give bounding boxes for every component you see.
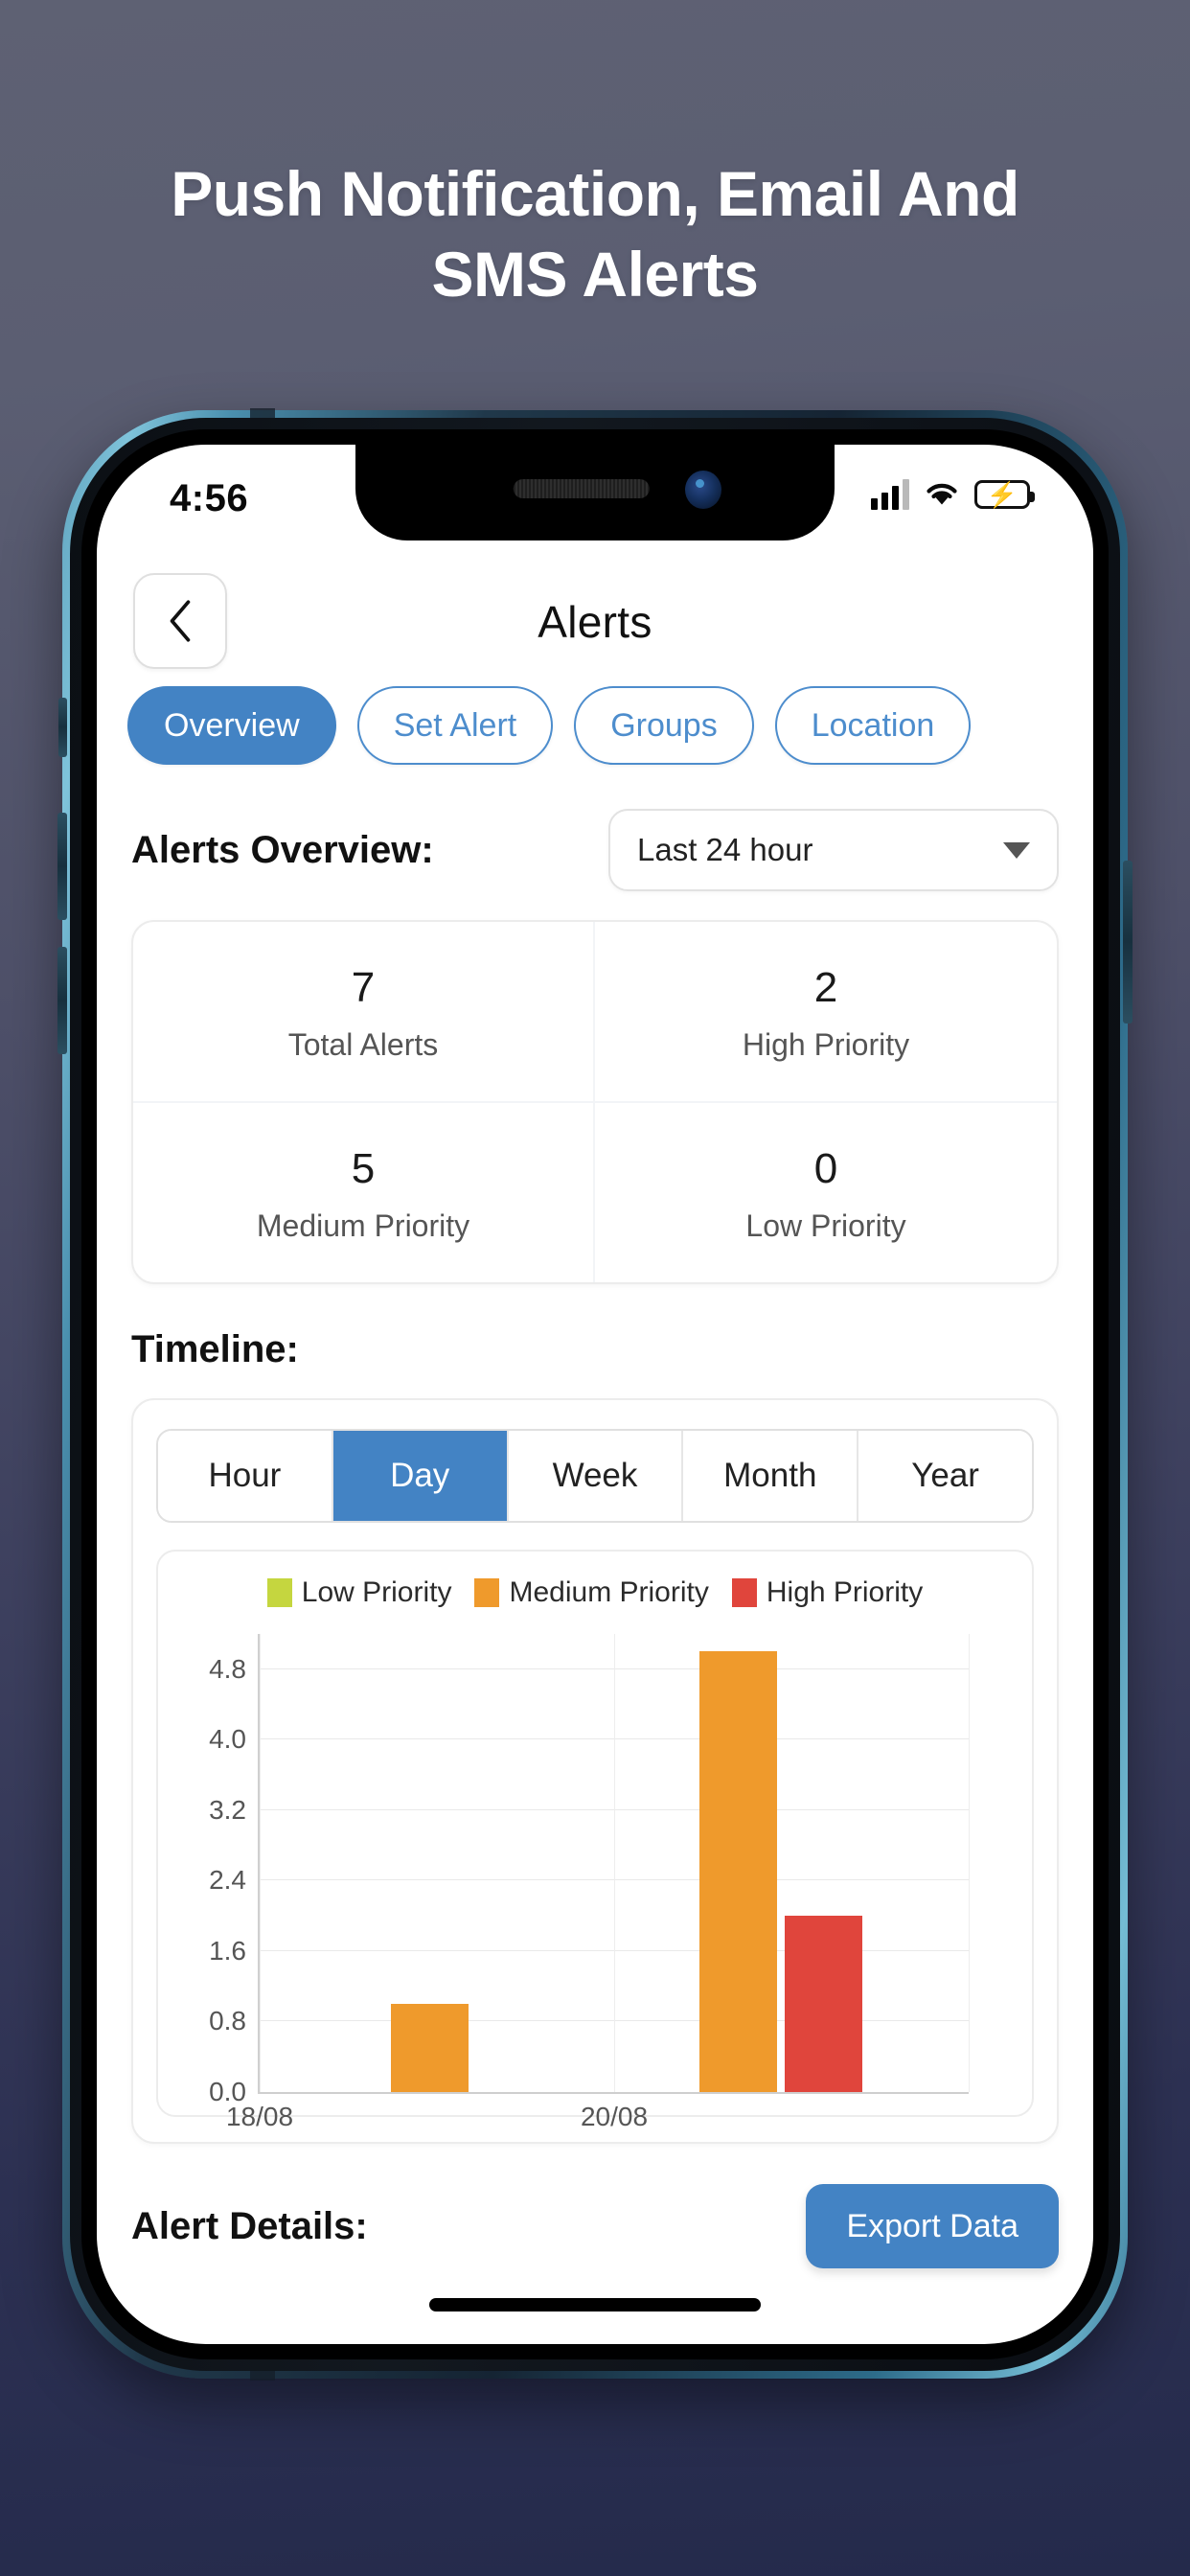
stat-low-priority: 0 Low Priority: [595, 1103, 1057, 1282]
promo-headline: Push Notification, Email And SMS Alerts: [0, 153, 1190, 315]
chart-x-tick: 20/08: [580, 2102, 649, 2131]
time-range-select[interactable]: Last 24 hour: [608, 809, 1059, 891]
battery-charging-icon: ⚡: [974, 480, 1035, 509]
tab-location[interactable]: Location: [774, 686, 972, 765]
front-camera-icon: [685, 471, 721, 509]
status-bar-time: 4:56: [170, 477, 249, 519]
legend-swatch-high-priority: [731, 1578, 757, 1607]
headline-line-1: Push Notification, Email And: [171, 158, 1019, 229]
timeline-title: Timeline:: [131, 1328, 299, 1370]
tab-set-alert[interactable]: Set Alert: [356, 686, 554, 765]
stat-medium-priority: 5 Medium Priority: [133, 1103, 595, 1282]
segment-hour-label: Hour: [208, 1457, 282, 1494]
power-button[interactable]: [1123, 861, 1133, 1024]
chart-legend: Low Priority Medium Priority High Priori…: [177, 1576, 1013, 1609]
timeline-card: Hour Day Week Month Year Low Priority Me…: [131, 1398, 1059, 2144]
tab-set-alert-label: Set Alert: [393, 706, 517, 744]
tab-overview-label: Overview: [164, 706, 300, 744]
timeline-row: Timeline:: [97, 1328, 1093, 1371]
status-bar-indicators: ⚡: [871, 479, 1035, 510]
legend-item-low-priority[interactable]: Low Priority: [266, 1576, 452, 1609]
alerts-overview-title: Alerts Overview:: [131, 828, 434, 871]
alert-details-row: Alert Details: Export Data: [97, 2184, 1093, 2268]
stat-low-priority-label: Low Priority: [745, 1208, 906, 1243]
chart-y-tick: 4.8: [209, 1653, 246, 1684]
tab-groups-label: Groups: [610, 706, 718, 744]
home-indicator[interactable]: [429, 2298, 761, 2312]
segment-week-label: Week: [552, 1457, 638, 1494]
chart-y-tick: 4.0: [209, 1724, 246, 1755]
stat-total-alerts-value: 7: [351, 964, 376, 1011]
legend-item-medium-priority[interactable]: Medium Priority: [474, 1576, 709, 1609]
legend-label-medium-priority: Medium Priority: [509, 1576, 709, 1608]
stat-total-alerts: 7 Total Alerts: [133, 922, 595, 1103]
tab-overview[interactable]: Overview: [127, 686, 336, 765]
tab-groups[interactable]: Groups: [574, 686, 754, 765]
chart-y-tick: 0.8: [209, 2006, 246, 2036]
chevron-down-icon: [1003, 841, 1030, 859]
chart-plot-area: 0.0 0.8 1.6 2.4 3.2 4.0 4.8 18/08 20/08: [209, 1634, 970, 2131]
antenna-line-bottom: [250, 2371, 275, 2380]
legend-swatch-low-priority: [266, 1578, 292, 1607]
segment-hour[interactable]: Hour: [158, 1431, 333, 1521]
legend-swatch-medium-priority: [474, 1578, 500, 1607]
alert-details-title: Alert Details:: [131, 2204, 368, 2247]
wifi-icon: [927, 483, 957, 505]
stat-high-priority-label: High Priority: [742, 1027, 910, 1062]
segment-month-label: Month: [723, 1457, 817, 1494]
stat-high-priority: 2 High Priority: [595, 922, 1057, 1103]
dynamic-island: [355, 445, 835, 540]
app-content: Alerts Overview Set Alert Groups Locatio…: [97, 560, 1093, 2344]
chart-vertical-gridline: [969, 1634, 970, 2092]
segment-day-label: Day: [390, 1457, 450, 1494]
status-bar: 4:56 ⚡: [97, 445, 1093, 560]
legend-label-low-priority: Low Priority: [301, 1576, 452, 1608]
stat-medium-priority-label: Medium Priority: [256, 1208, 470, 1243]
time-range-value: Last 24 hour: [637, 832, 813, 867]
chart-y-tick: 3.2: [209, 1794, 246, 1825]
cellular-signal-icon: [871, 479, 909, 510]
chart-bar[interactable]: [390, 2004, 469, 2092]
silent-switch[interactable]: [58, 698, 67, 757]
export-data-button[interactable]: Export Data: [806, 2184, 1059, 2268]
antenna-line-top: [250, 408, 275, 418]
earpiece-speaker-icon: [513, 479, 650, 498]
chart-vertical-gridline: [260, 1634, 261, 2092]
page-title: Alerts: [538, 597, 652, 647]
chart-bar[interactable]: [784, 1916, 862, 2092]
tab-location-label: Location: [811, 706, 935, 744]
stat-high-priority-value: 2: [813, 964, 838, 1011]
chart-y-tick: 2.4: [209, 1865, 246, 1896]
legend-item-high-priority[interactable]: High Priority: [731, 1576, 924, 1609]
segment-month[interactable]: Month: [683, 1431, 859, 1521]
alerts-bar-chart-card: Low Priority Medium Priority High Priori…: [156, 1550, 1034, 2131]
chart-x-tick: 18/08: [225, 2102, 294, 2131]
segment-year-label: Year: [911, 1457, 979, 1494]
segment-year[interactable]: Year: [858, 1431, 1032, 1521]
tab-bar: Overview Set Alert Groups Location: [97, 686, 1093, 765]
legend-label-high-priority: High Priority: [766, 1576, 924, 1608]
volume-up-button[interactable]: [57, 813, 67, 920]
alerts-overview-row: Alerts Overview: Last 24 hour: [97, 809, 1093, 891]
headline-line-2: SMS Alerts: [431, 239, 759, 310]
app-header: Alerts: [97, 560, 1093, 684]
alerts-stats-card: 7 Total Alerts 2 High Priority 5 Medium …: [131, 920, 1059, 1284]
volume-down-button[interactable]: [57, 947, 67, 1054]
phone-mockup: 4:56 ⚡ Alerts Overview Set Alert Groups …: [57, 408, 1133, 2380]
chart-vertical-gridline: [614, 1634, 615, 2092]
chart-bar[interactable]: [698, 1651, 778, 2092]
chart-y-tick: 1.6: [209, 1935, 246, 1966]
segment-day[interactable]: Day: [332, 1431, 509, 1521]
stat-total-alerts-label: Total Alerts: [287, 1027, 439, 1062]
stat-low-priority-value: 0: [813, 1145, 838, 1192]
stat-medium-priority-value: 5: [351, 1145, 376, 1192]
timeline-segmented-control: Hour Day Week Month Year: [156, 1429, 1034, 1523]
phone-screen: 4:56 ⚡ Alerts Overview Set Alert Groups …: [97, 445, 1093, 2344]
segment-week[interactable]: Week: [508, 1431, 684, 1521]
